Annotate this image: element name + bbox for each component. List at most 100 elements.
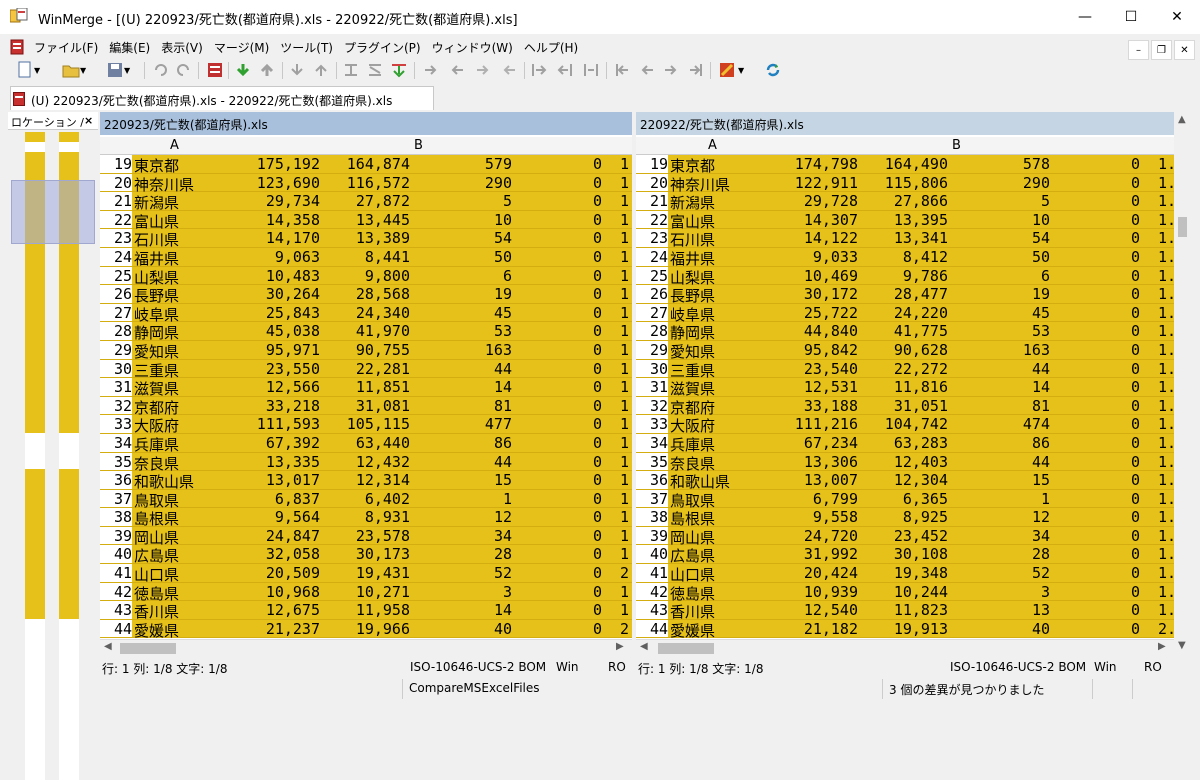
scroll-right-arrow-icon[interactable]: ▶ xyxy=(1158,641,1166,652)
table-row[interactable]: 26長野県30,26428,5681901. xyxy=(100,285,632,305)
table-row[interactable]: 24福井県9,0338,4125001. xyxy=(636,247,1174,268)
table-row[interactable]: 39岡山県24,72023,4523401. xyxy=(636,526,1174,547)
new-document-icon[interactable] xyxy=(16,61,34,79)
save-icon[interactable] xyxy=(106,61,124,79)
all-diffs-icon[interactable] xyxy=(366,61,384,79)
current-diff-icon[interactable] xyxy=(342,61,360,79)
scroll-down-arrow-icon[interactable]: ▼ xyxy=(1178,640,1186,651)
table-row[interactable]: 44愛媛県 21,237 19,966 40 0 2. xyxy=(100,619,632,640)
table-row[interactable]: 41山口県20,50919,4315202. xyxy=(100,564,632,584)
copy-right-icon[interactable] xyxy=(422,61,440,79)
scroll-left-arrow-icon[interactable]: ◀ xyxy=(640,641,648,652)
table-row[interactable]: 38島根県9,5648,9311201. xyxy=(100,508,632,528)
table-row[interactable]: 38島根県9,5588,9251201. xyxy=(636,508,1174,528)
left-horizontal-scrollbar[interactable]: ◀ ▶ xyxy=(100,639,632,656)
menu-plugins[interactable]: プラグイン(P) xyxy=(344,39,421,56)
close-button[interactable]: ✕ xyxy=(1154,0,1200,34)
table-row[interactable]: 21新潟県29,72827,866501. xyxy=(636,192,1174,212)
table-row[interactable]: 32京都府33,18831,0518101. xyxy=(636,396,1174,417)
table-row[interactable]: 37鳥取県6,7996,365101. xyxy=(636,489,1174,510)
prev-diff-icon[interactable] xyxy=(258,61,276,79)
merge-icon[interactable] xyxy=(582,61,600,79)
table-row[interactable]: 35奈良県13,30612,4034401. xyxy=(636,452,1174,473)
table-row[interactable]: 25山梨県10,4699,786601. xyxy=(636,266,1174,287)
table-row[interactable]: 26長野県30,17228,4771901. xyxy=(636,285,1174,305)
last-file-icon[interactable] xyxy=(686,61,704,79)
table-row[interactable]: 39岡山県24,84723,5783401. xyxy=(100,526,632,547)
tools-dropdown-arrow-icon[interactable]: ▼ xyxy=(738,66,756,84)
menu-edit[interactable]: 編集(E) xyxy=(109,39,150,56)
table-row[interactable]: 33大阪府111,216104,74247401. xyxy=(636,415,1174,435)
mdi-minimize-button[interactable]: – xyxy=(1128,40,1149,60)
all-left-icon[interactable] xyxy=(556,61,574,79)
redo-icon[interactable] xyxy=(174,61,192,79)
vertical-scrollbar[interactable]: ▲ ▼ xyxy=(1174,112,1192,656)
table-row[interactable]: 22富山県14,35813,4451001. xyxy=(100,210,632,231)
menu-file[interactable]: ファイル(F) xyxy=(34,39,98,56)
new-dropdown-arrow-icon[interactable]: ▼ xyxy=(34,66,52,84)
location-pane-close-button[interactable]: × xyxy=(84,114,93,127)
table-row[interactable]: 30三重県23,54022,2724401. xyxy=(636,359,1174,380)
save-dropdown-arrow-icon[interactable]: ▼ xyxy=(124,66,142,84)
table-row[interactable]: 35奈良県13,33512,4324401. xyxy=(100,452,632,473)
table-row[interactable]: 19東京都175,192164,87457901. xyxy=(100,155,632,175)
left-diff-pane[interactable]: 220923/死亡数(都道府県).xls A B 19 東京都 175,192 164… xyxy=(100,112,632,656)
first-diff-icon[interactable] xyxy=(288,61,306,79)
left-scroll-thumb[interactable] xyxy=(120,643,176,654)
menu-view[interactable]: 表示(V) xyxy=(161,39,203,56)
table-row[interactable]: 24福井県9,0638,4415001. xyxy=(100,247,632,268)
table-row[interactable]: 32京都府33,21831,0818101. xyxy=(100,396,632,417)
table-row[interactable]: 23石川県14,12213,3415401. xyxy=(636,229,1174,249)
open-dropdown-arrow-icon[interactable]: ▼ xyxy=(80,66,98,84)
table-row[interactable]: 41山口県20,42419,3485201. xyxy=(636,564,1174,584)
table-row[interactable]: 44愛媛県 21,182 19,913 40 0 2. xyxy=(636,619,1174,640)
menu-merge[interactable]: マージ(M) xyxy=(214,39,269,56)
undo-icon[interactable] xyxy=(152,61,170,79)
first-file-icon[interactable] xyxy=(614,61,632,79)
scroll-left-arrow-icon[interactable]: ◀ xyxy=(104,641,112,652)
copy-right-advance-icon[interactable] xyxy=(474,61,492,79)
copy-left-advance-icon[interactable] xyxy=(500,61,518,79)
table-row[interactable]: 22富山県14,30713,3951001. xyxy=(636,210,1174,231)
table-row[interactable]: 28静岡県44,84041,7755301. xyxy=(636,322,1174,342)
table-row[interactable]: 19東京都174,798164,49057801. xyxy=(636,155,1174,175)
options-icon[interactable] xyxy=(206,61,224,79)
table-row[interactable]: 43香川県12,67511,9581401. xyxy=(100,601,632,621)
table-row[interactable]: 27岐阜県25,84324,3404501. xyxy=(100,303,632,324)
right-scroll-thumb[interactable] xyxy=(658,643,714,654)
table-row[interactable]: 42徳島県10,93910,244301. xyxy=(636,582,1174,603)
table-row[interactable]: 34兵庫県67,39263,4408601. xyxy=(100,433,632,454)
table-row[interactable]: 21新潟県29,73427,872501. xyxy=(100,192,632,212)
menu-tools[interactable]: ツール(T) xyxy=(280,39,333,56)
table-row[interactable]: 43香川県12,54011,8231301. xyxy=(636,601,1174,621)
table-row[interactable]: 20神奈川県122,911115,80629001. xyxy=(636,173,1174,194)
copy-left-icon[interactable] xyxy=(448,61,466,79)
table-row[interactable]: 40広島県31,99230,1082801. xyxy=(636,545,1174,565)
table-row[interactable]: 27岐阜県25,72224,2204501. xyxy=(636,303,1174,324)
scroll-right-arrow-icon[interactable]: ▶ xyxy=(616,641,624,652)
table-row[interactable]: 29愛知県95,84290,62816301. xyxy=(636,340,1174,361)
table-row[interactable]: 42徳島県10,96810,271301. xyxy=(100,582,632,603)
table-row[interactable]: 23石川県14,17013,3895401. xyxy=(100,229,632,249)
table-row[interactable]: 31滋賀県12,53111,8161401. xyxy=(636,378,1174,398)
minimize-button[interactable]: — xyxy=(1062,0,1108,34)
table-row[interactable]: 30三重県23,55022,2814401. xyxy=(100,359,632,380)
menu-window[interactable]: ウィンドウ(W) xyxy=(432,39,513,56)
table-row[interactable]: 34兵庫県67,23463,2838601. xyxy=(636,433,1174,454)
all-right-icon[interactable] xyxy=(530,61,548,79)
scroll-up-arrow-icon[interactable]: ▲ xyxy=(1178,114,1186,125)
table-row[interactable]: 31滋賀県12,56611,8511401. xyxy=(100,378,632,398)
table-row[interactable]: 36和歌山県13,00712,3041501. xyxy=(636,471,1174,491)
next-file-icon[interactable] xyxy=(662,61,680,79)
table-row[interactable]: 33大阪府111,593105,11547701. xyxy=(100,415,632,435)
table-row[interactable]: 40広島県32,05830,1732801. xyxy=(100,545,632,565)
table-row[interactable]: 36和歌山県13,01712,3141501. xyxy=(100,471,632,491)
table-row[interactable]: 29愛知県95,97190,75516301. xyxy=(100,340,632,361)
document-tab[interactable]: (U) 220923/死亡数(都道府県).xls - 220922/死亡数(都道… xyxy=(10,86,434,110)
mdi-restore-button[interactable]: ❐ xyxy=(1151,40,1172,60)
mdi-close-button[interactable]: ✕ xyxy=(1174,40,1195,60)
table-row[interactable]: 28静岡県45,03841,9705301. xyxy=(100,322,632,342)
open-folder-icon[interactable] xyxy=(62,61,80,79)
copy-all-icon[interactable] xyxy=(390,61,408,79)
table-row[interactable]: 37鳥取県6,8376,402101. xyxy=(100,489,632,510)
